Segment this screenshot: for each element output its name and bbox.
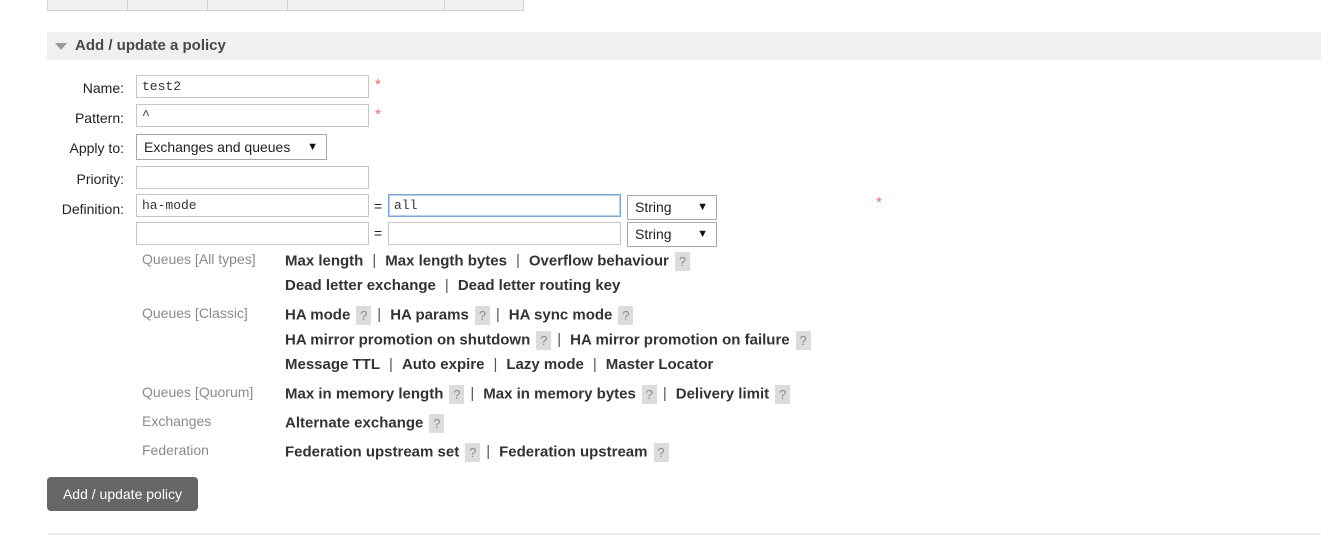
pattern-label: Pattern:	[74, 110, 124, 126]
add-update-policy-button[interactable]: Add / update policy	[47, 477, 198, 511]
category-federation: Federation	[142, 442, 209, 458]
federation-links: Federation upstream set? | Federation upst…	[285, 443, 669, 462]
section-title: Add / update a policy	[75, 37, 226, 54]
help-button[interactable]: ?	[465, 443, 481, 462]
help-button[interactable]: ?	[474, 306, 490, 325]
required-mark: *	[876, 194, 882, 211]
link-delivery-limit[interactable]: Delivery limit	[676, 385, 769, 402]
separator: |	[495, 306, 500, 324]
link-message-ttl[interactable]: Message TTL	[285, 356, 380, 373]
collapse-triangle-icon[interactable]	[55, 43, 67, 50]
link-max-length[interactable]: Max length	[285, 252, 363, 269]
help-button[interactable]: ?	[449, 385, 465, 404]
link-overflow-behaviour[interactable]: Overflow behaviour	[529, 252, 669, 269]
link-dead-letter-routing-key[interactable]: Dead letter routing key	[458, 277, 621, 294]
definition-label: Definition:	[61, 201, 124, 217]
separator: |	[486, 443, 491, 461]
separator: |	[470, 385, 475, 403]
separator: |	[444, 277, 449, 294]
help-button[interactable]: ?	[795, 331, 811, 350]
link-max-in-memory-length[interactable]: Max in memory length	[285, 385, 443, 402]
separator: |	[389, 356, 393, 373]
link-federation-upstream[interactable]: Federation upstream	[499, 443, 647, 460]
help-button[interactable]: ?	[356, 306, 372, 325]
link-alternate-exchange[interactable]: Alternate exchange	[285, 414, 423, 431]
link-ha-params[interactable]: HA params	[390, 306, 469, 323]
separator: |	[557, 331, 562, 349]
help-button[interactable]: ?	[429, 414, 445, 433]
category-exchanges: Exchanges	[142, 413, 212, 429]
name-input[interactable]	[136, 75, 369, 98]
top-tab[interactable]	[127, 0, 208, 11]
top-tab-strip	[47, 0, 524, 11]
dropdown-arrow-icon: ▼	[307, 141, 318, 153]
separator: |	[662, 385, 667, 403]
link-master-locator[interactable]: Master Locator	[606, 356, 714, 373]
queues-classic-links-row-1: HA mode? | HA params? | HA sync mode?	[285, 306, 634, 325]
apply-to-select[interactable]: Exchanges and queues ▼	[136, 134, 327, 160]
link-ha-mirror-promotion-on-failure[interactable]: HA mirror promotion on failure	[570, 331, 789, 348]
apply-to-selected: Exchanges and queues	[144, 139, 291, 155]
link-max-in-memory-bytes[interactable]: Max in memory bytes	[483, 385, 636, 402]
queues-classic-links-row-3: Message TTL | Auto expire | Lazy mode | Master…	[285, 356, 713, 373]
separator: |	[377, 306, 382, 324]
help-button[interactable]: ?	[674, 252, 690, 271]
definition-type-selected: String	[635, 199, 672, 215]
definition-value-input[interactable]	[388, 194, 621, 217]
apply-to-label: Apply to:	[69, 140, 124, 156]
help-button[interactable]: ?	[618, 306, 634, 325]
priority-label: Priority:	[76, 171, 124, 187]
dropdown-arrow-icon: ▼	[697, 201, 708, 213]
definition-type-select[interactable]: String ▼	[627, 195, 717, 220]
exchanges-links: Alternate exchange?	[285, 414, 445, 433]
separator: |	[372, 252, 377, 270]
help-button[interactable]: ?	[775, 385, 791, 404]
priority-input[interactable]	[136, 166, 369, 189]
link-ha-mode[interactable]: HA mode	[285, 306, 350, 323]
link-auto-expire[interactable]: Auto expire	[402, 356, 485, 373]
dropdown-arrow-icon: ▼	[697, 228, 708, 240]
definition-value-input[interactable]	[388, 222, 621, 245]
definition-key-input[interactable]	[136, 194, 369, 217]
link-dead-letter-exchange[interactable]: Dead letter exchange	[285, 277, 436, 294]
required-mark: *	[375, 106, 381, 123]
top-tab[interactable]	[287, 0, 445, 11]
help-button[interactable]: ?	[653, 443, 669, 462]
queues-all-links-row-2: Dead letter exchange | Dead letter routing…	[285, 277, 620, 294]
help-button[interactable]: ?	[536, 331, 552, 350]
separator: |	[592, 356, 597, 373]
link-federation-upstream-set[interactable]: Federation upstream set	[285, 443, 459, 460]
definition-type-selected: String	[635, 226, 672, 242]
link-ha-mirror-promotion-on-shutdown[interactable]: HA mirror promotion on shutdown	[285, 331, 530, 348]
queues-all-links-row-1: Max length | Max length bytes | Overflow beh…	[285, 252, 690, 271]
top-tab[interactable]	[47, 0, 128, 11]
separator: |	[515, 252, 520, 270]
separator: |	[493, 356, 498, 373]
section-header[interactable]: Add / update a policy	[47, 32, 1321, 60]
link-max-length-bytes[interactable]: Max length bytes	[385, 252, 507, 269]
link-lazy-mode[interactable]: Lazy mode	[506, 356, 584, 373]
required-mark: *	[375, 76, 381, 93]
top-tab[interactable]	[207, 0, 288, 11]
name-label: Name:	[82, 80, 124, 96]
pattern-input[interactable]	[136, 104, 369, 127]
help-button[interactable]: ?	[641, 385, 657, 404]
category-queues-classic: Queues [Classic]	[142, 305, 248, 321]
link-ha-sync-mode[interactable]: HA sync mode	[509, 306, 613, 323]
definition-key-input[interactable]	[136, 222, 369, 245]
top-tab[interactable]	[444, 0, 524, 11]
definition-type-select[interactable]: String ▼	[627, 222, 717, 247]
equals-sign: =	[374, 198, 383, 214]
category-queues-quorum: Queues [Quorum]	[142, 384, 254, 400]
queues-quorum-links: Max in memory length? | Max in memory byte…	[285, 385, 791, 404]
equals-sign: =	[374, 225, 383, 241]
queues-classic-links-row-2: HA mirror promotion on shutdown? | HA mirr…	[285, 331, 811, 350]
category-queues-all: Queues [All types]	[142, 251, 256, 267]
